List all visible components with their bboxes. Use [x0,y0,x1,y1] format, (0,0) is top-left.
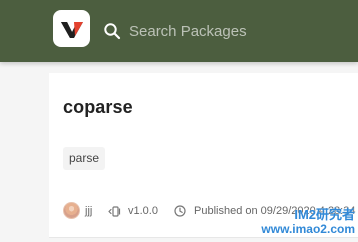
package-page: coparse parse jjj v1.0.0 Published on 09… [0,0,358,242]
v-logo-icon[interactable] [53,10,90,47]
watermark-line-1: IM2研究者 [294,207,355,222]
package-tag[interactable]: parse [63,147,106,170]
author-name[interactable]: jjj [85,201,92,221]
watermark-logo: IM2研究者 www.imao2.com [257,208,355,239]
search-packages-input[interactable] [129,19,329,43]
top-navigation-bar [0,0,358,62]
package-version: v1.0.0 [128,205,158,217]
clock-icon [174,205,186,217]
package-title[interactable]: coparse [63,97,133,118]
watermark-line-2: www.imao2.com [261,222,355,236]
version-icon [108,206,121,217]
author-avatar [63,202,80,219]
search-icon[interactable] [103,22,121,40]
